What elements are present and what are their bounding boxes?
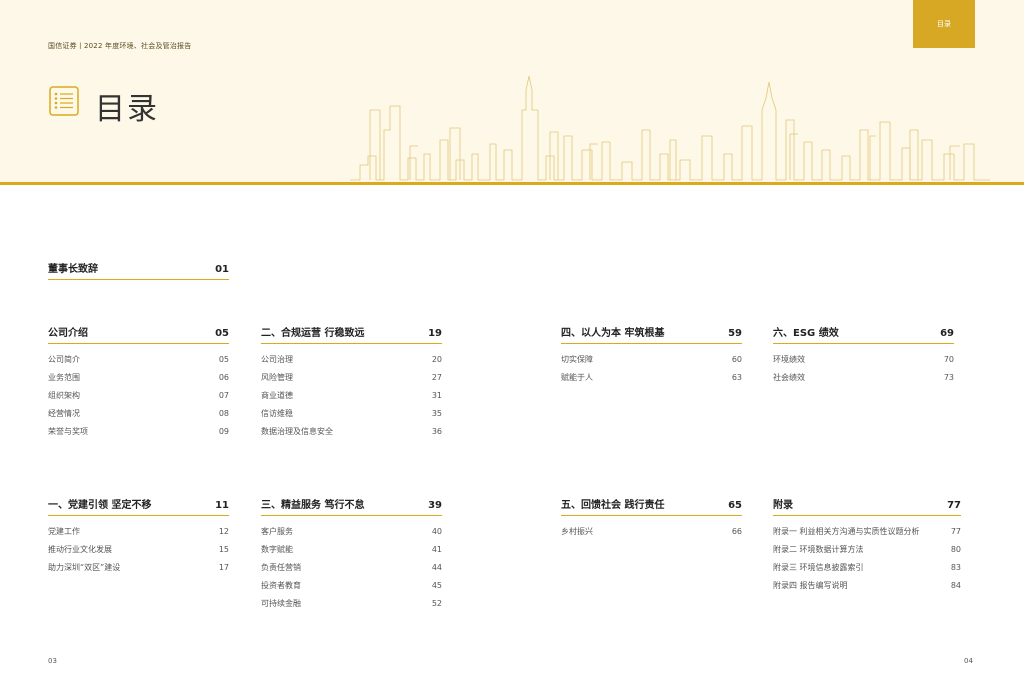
- toc-section-company[interactable]: 公司介绍 05 公司简介 05 业务范围 06 组织架构 07 经营情况 08 荣誉与奖项…: [48, 324, 229, 441]
- toc-item[interactable]: 附录三 环境信息披露索引 83: [773, 558, 961, 576]
- toc-item[interactable]: 数据治理及信息安全 36: [261, 423, 442, 441]
- section-title: 公司介绍: [48, 328, 88, 339]
- toc-section-service[interactable]: 三、精益服务 笃行不怠 39 客户服务 40 数字赋能 41 负责任营销 44 投资者教…: [261, 496, 442, 613]
- report-title: 国信证券丨2022 年度环境、社会及管治报告: [48, 42, 192, 50]
- toc-item[interactable]: 商业道德 31: [261, 386, 442, 404]
- section-page: 39: [428, 500, 442, 511]
- left-page-number: 03: [48, 657, 57, 665]
- section-page: 77: [947, 500, 961, 511]
- toc-section-party[interactable]: 一、党建引领 坚定不移 11 党建工作 12 推动行业文化发展 15 助力深圳“双区”…: [48, 496, 229, 577]
- toc-section-society[interactable]: 五、回馈社会 践行责任 65 乡村振兴 66: [561, 496, 742, 540]
- toc-item[interactable]: 投资者教育 45: [261, 577, 442, 595]
- toc-item[interactable]: 风险管理 27: [261, 368, 442, 386]
- toc-item[interactable]: 环境绩效 70: [773, 350, 954, 368]
- toc-item[interactable]: 乡村振兴 66: [561, 522, 742, 540]
- section-title: 三、精益服务 笃行不怠: [261, 500, 365, 511]
- toc-item[interactable]: 附录一 利益相关方沟通与实质性议题分析 77: [773, 522, 961, 540]
- toc-section-compliance[interactable]: 二、合规运营 行稳致远 19 公司治理 20 风险管理 27 商业道德 31 信访维稳 3…: [261, 324, 442, 441]
- right-page-number: 04: [964, 657, 973, 665]
- section-page: 59: [728, 328, 742, 339]
- toc-item[interactable]: 助力深圳“双区”建设 17: [48, 558, 229, 576]
- section-page: 05: [215, 328, 229, 339]
- toc-section-people[interactable]: 四、以人为本 牢筑根基 59 切实保障 60 赋能于人 63: [561, 324, 742, 386]
- section-title: 附录: [773, 500, 793, 511]
- section-title: 二、合规运营 行稳致远: [261, 328, 365, 339]
- toc-tab[interactable]: 目录: [913, 0, 975, 48]
- section-page: 65: [728, 500, 742, 511]
- list-icon: [49, 86, 79, 116]
- section-title: 五、回馈社会 践行责任: [561, 500, 665, 511]
- toc-item[interactable]: 可持续金融 52: [261, 595, 442, 613]
- toc-section-chairman[interactable]: 董事长致辞 01: [48, 260, 229, 280]
- toc-item[interactable]: 荣誉与奖项 09: [48, 423, 229, 441]
- toc-item[interactable]: 业务范围 06: [48, 368, 229, 386]
- section-title: 六、ESG 绩效: [773, 328, 839, 339]
- section-title: 四、以人为本 牢筑根基: [561, 328, 665, 339]
- toc-item[interactable]: 数字赋能 41: [261, 540, 442, 558]
- section-page: 69: [940, 328, 954, 339]
- section-page: 19: [428, 328, 442, 339]
- toc-item[interactable]: 附录二 环境数据计算方法 80: [773, 540, 961, 558]
- toc-item[interactable]: 公司简介 05: [48, 350, 229, 368]
- page-heading: 目录: [95, 92, 159, 127]
- toc-item[interactable]: 切实保障 60: [561, 350, 742, 368]
- toc-section-esg[interactable]: 六、ESG 绩效 69 环境绩效 70 社会绩效 73: [773, 324, 954, 386]
- section-title: 一、党建引领 坚定不移: [48, 500, 152, 511]
- toc-item[interactable]: 附录四 报告编写说明 84: [773, 577, 961, 595]
- toc-item[interactable]: 社会绩效 73: [773, 368, 954, 386]
- section-page: 11: [215, 500, 229, 511]
- toc-item[interactable]: 经营情况 08: [48, 405, 229, 423]
- toc-item[interactable]: 推动行业文化发展 15: [48, 540, 229, 558]
- toc-item[interactable]: 信访维稳 35: [261, 405, 442, 423]
- toc-section-appendix[interactable]: 附录 77 附录一 利益相关方沟通与实质性议题分析 77 附录二 环境数据计算方法 8…: [773, 496, 961, 595]
- toc-item[interactable]: 赋能于人 63: [561, 368, 742, 386]
- section-title: 董事长致辞: [48, 264, 98, 275]
- toc-item[interactable]: 公司治理 20: [261, 350, 442, 368]
- city-skyline-illustration: [350, 75, 990, 181]
- section-page: 01: [215, 264, 229, 275]
- toc-item[interactable]: 党建工作 12: [48, 522, 229, 540]
- toc-item[interactable]: 客户服务 40: [261, 522, 442, 540]
- toc-item[interactable]: 组织架构 07: [48, 386, 229, 404]
- toc-item[interactable]: 负责任营销 44: [261, 558, 442, 576]
